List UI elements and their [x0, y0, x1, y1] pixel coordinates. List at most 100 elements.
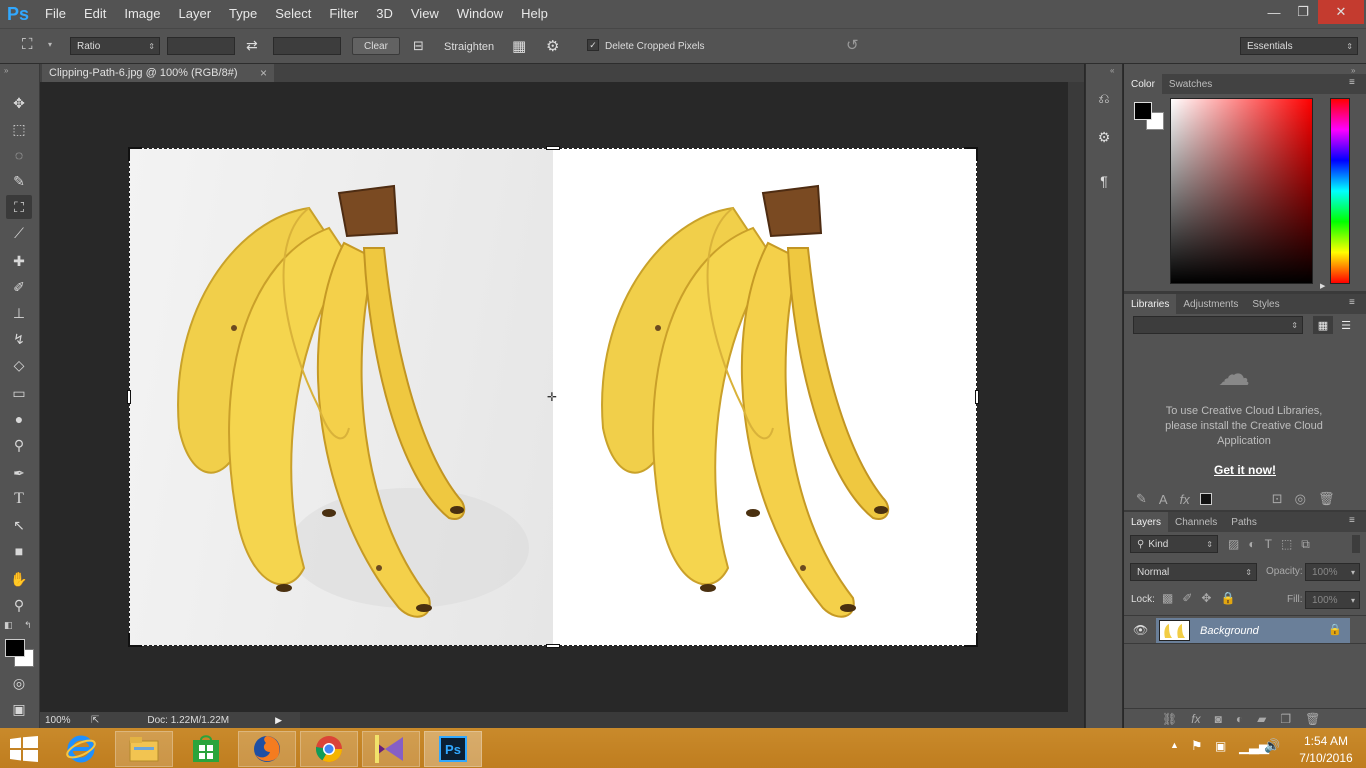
color-panel-menu-icon[interactable]: ≡	[1349, 77, 1355, 88]
tab-paths[interactable]: Paths	[1224, 512, 1264, 532]
internet-explorer-icon[interactable]	[52, 731, 110, 767]
collapse-toolbox-icon[interactable]: »	[4, 66, 8, 75]
character-panel-icon[interactable]: ¶	[1093, 170, 1115, 192]
tab-layers[interactable]: Layers	[1124, 512, 1169, 532]
foreground-color-swatch[interactable]	[5, 639, 25, 657]
delete-cropped-checkbox[interactable]: ✓	[587, 39, 599, 51]
menu-type[interactable]: Type	[220, 0, 266, 28]
menu-filter[interactable]: Filter	[320, 0, 367, 28]
opacity-input[interactable]: 100% ▾	[1305, 563, 1360, 581]
menu-window[interactable]: Window	[448, 0, 512, 28]
document-tab[interactable]: Clipping-Path-6.jpg @ 100% (RGB/8#)	[42, 64, 274, 82]
marquee-tool-icon[interactable]: ⬚	[6, 117, 32, 141]
zoom-tool-icon[interactable]: ⚲	[6, 593, 32, 617]
action-center-flag-icon[interactable]: ⚑	[1191, 738, 1203, 754]
start-button[interactable]	[0, 731, 48, 767]
crop-tool-icon[interactable]: ⛶	[6, 195, 32, 219]
gear-icon[interactable]: ⚙	[546, 37, 559, 55]
tab-libraries[interactable]: Libraries	[1124, 294, 1177, 314]
firefox-icon[interactable]	[238, 731, 296, 767]
export-icon[interactable]: ⇱	[91, 715, 99, 726]
filter-pixel-icon[interactable]: ▨	[1228, 537, 1239, 551]
history-brush-tool-icon[interactable]: ↯	[6, 327, 32, 351]
layer-style-icon[interactable]: fx	[1191, 712, 1200, 726]
stock-icon[interactable]: ⊡	[1272, 491, 1283, 507]
ratio-width-input[interactable]	[167, 37, 235, 55]
restore-button[interactable]: ❐	[1286, 0, 1320, 24]
eyedropper-tool-icon[interactable]: ⟋	[6, 221, 32, 245]
lock-transparent-icon[interactable]: ▩	[1162, 591, 1173, 605]
ratio-select[interactable]: Ratio ⇕	[70, 37, 160, 55]
screen-mode-icon[interactable]: ▣	[6, 697, 32, 721]
layer-row[interactable]: 👁 Background 🔒	[1124, 615, 1366, 644]
layer-filter-select[interactable]: ⚲ Kind ⇕	[1130, 535, 1218, 553]
trash-icon[interactable]: 🗑	[1318, 491, 1335, 507]
dodge-tool-icon[interactable]: ⚲	[6, 433, 32, 457]
document-close-icon[interactable]: ×	[260, 64, 267, 82]
adjustment-layer-icon[interactable]: ◐	[1236, 712, 1243, 726]
grid-view-icon[interactable]: ▦	[1313, 316, 1333, 334]
crop-handle-bottom-left[interactable]	[128, 633, 142, 647]
lock-image-icon[interactable]: ✐	[1182, 591, 1192, 605]
show-hidden-icons-arrow[interactable]: ▲	[1170, 740, 1179, 750]
crop-tool-preset-icon[interactable]: ⛶	[22, 36, 33, 53]
menu-file[interactable]: File	[36, 0, 75, 28]
menu-edit[interactable]: Edit	[75, 0, 115, 28]
filter-type-icon[interactable]: T	[1265, 537, 1272, 551]
libraries-panel-menu-icon[interactable]: ≡	[1349, 297, 1355, 308]
hand-tool-icon[interactable]: ✋	[6, 567, 32, 591]
workspace-select[interactable]: Essentials ⇕	[1240, 37, 1358, 55]
tab-swatches[interactable]: Swatches	[1162, 74, 1219, 94]
swap-colors-icon[interactable]: ↰	[24, 620, 32, 631]
library-select[interactable]: ⇕	[1133, 316, 1303, 334]
zoom-level[interactable]: 100%	[45, 715, 85, 726]
crop-handle-top-left[interactable]	[128, 147, 142, 161]
quick-mask-icon[interactable]: ◎	[6, 671, 32, 695]
add-layer-style-icon[interactable]: fx	[1180, 492, 1190, 507]
filter-adjustment-icon[interactable]: ◐	[1248, 537, 1255, 551]
color-field[interactable]	[1170, 98, 1313, 284]
list-view-icon[interactable]: ☰	[1336, 316, 1356, 334]
photoshop-taskbar-icon[interactable]: Ps	[424, 731, 482, 767]
expand-dock-icon[interactable]: «	[1110, 66, 1114, 75]
clone-stamp-tool-icon[interactable]: ⊥	[6, 301, 32, 325]
network-monitor-icon[interactable]: ▣	[1215, 739, 1226, 753]
vertical-scrollbar[interactable]	[1068, 82, 1084, 712]
menu-3d[interactable]: 3D	[367, 0, 402, 28]
pen-tool-icon[interactable]: ✒	[6, 461, 32, 485]
tab-channels[interactable]: Channels	[1168, 512, 1224, 532]
delete-layer-icon[interactable]: 🗑	[1305, 712, 1320, 726]
visibility-eye-icon[interactable]: 👁	[1133, 623, 1148, 637]
layers-panel-menu-icon[interactable]: ≡	[1349, 515, 1355, 526]
add-character-style-icon[interactable]: A	[1159, 492, 1168, 507]
link-layers-icon[interactable]: ⛓	[1162, 712, 1177, 726]
properties-panel-icon[interactable]: ⚙	[1093, 126, 1115, 148]
eraser-tool-icon[interactable]: ◇	[6, 353, 32, 377]
add-color-icon[interactable]	[1199, 493, 1212, 505]
healing-brush-tool-icon[interactable]: ✚	[6, 249, 32, 273]
reset-icon[interactable]: ↺	[846, 36, 859, 54]
crop-handle-bottom[interactable]	[546, 644, 560, 648]
clear-button[interactable]: Clear	[352, 37, 400, 55]
hue-slider-arrow-icon[interactable]: ▶	[1320, 282, 1325, 290]
quick-select-tool-icon[interactable]: ✎	[6, 169, 32, 193]
layer-mask-icon[interactable]: ◙	[1215, 712, 1222, 726]
menu-help[interactable]: Help	[512, 0, 557, 28]
layer-row-selected[interactable]: Background 🔒	[1156, 618, 1350, 643]
fill-input[interactable]: 100% ▾	[1305, 591, 1360, 609]
hue-slider[interactable]	[1330, 98, 1350, 284]
sync-icon[interactable]: ◎	[1295, 491, 1306, 507]
layer-name[interactable]: Background	[1200, 625, 1259, 637]
foreground-color-chip[interactable]	[1134, 102, 1152, 120]
clock-date[interactable]: 7/10/2016	[1296, 751, 1356, 765]
new-layer-icon[interactable]: ❐	[1280, 712, 1291, 726]
gradient-tool-icon[interactable]: ▭	[6, 381, 32, 405]
swap-icon[interactable]: ⇄	[246, 37, 258, 54]
chrome-icon[interactable]	[300, 731, 358, 767]
ratio-height-input[interactable]	[273, 37, 341, 55]
crop-handle-bottom-right[interactable]	[964, 633, 978, 647]
filter-shape-icon[interactable]: ⬚	[1281, 537, 1292, 551]
crop-handle-right[interactable]	[975, 390, 979, 404]
brush-tool-icon[interactable]: ✐	[6, 275, 32, 299]
clock-time[interactable]: 1:54 AM	[1296, 734, 1356, 748]
